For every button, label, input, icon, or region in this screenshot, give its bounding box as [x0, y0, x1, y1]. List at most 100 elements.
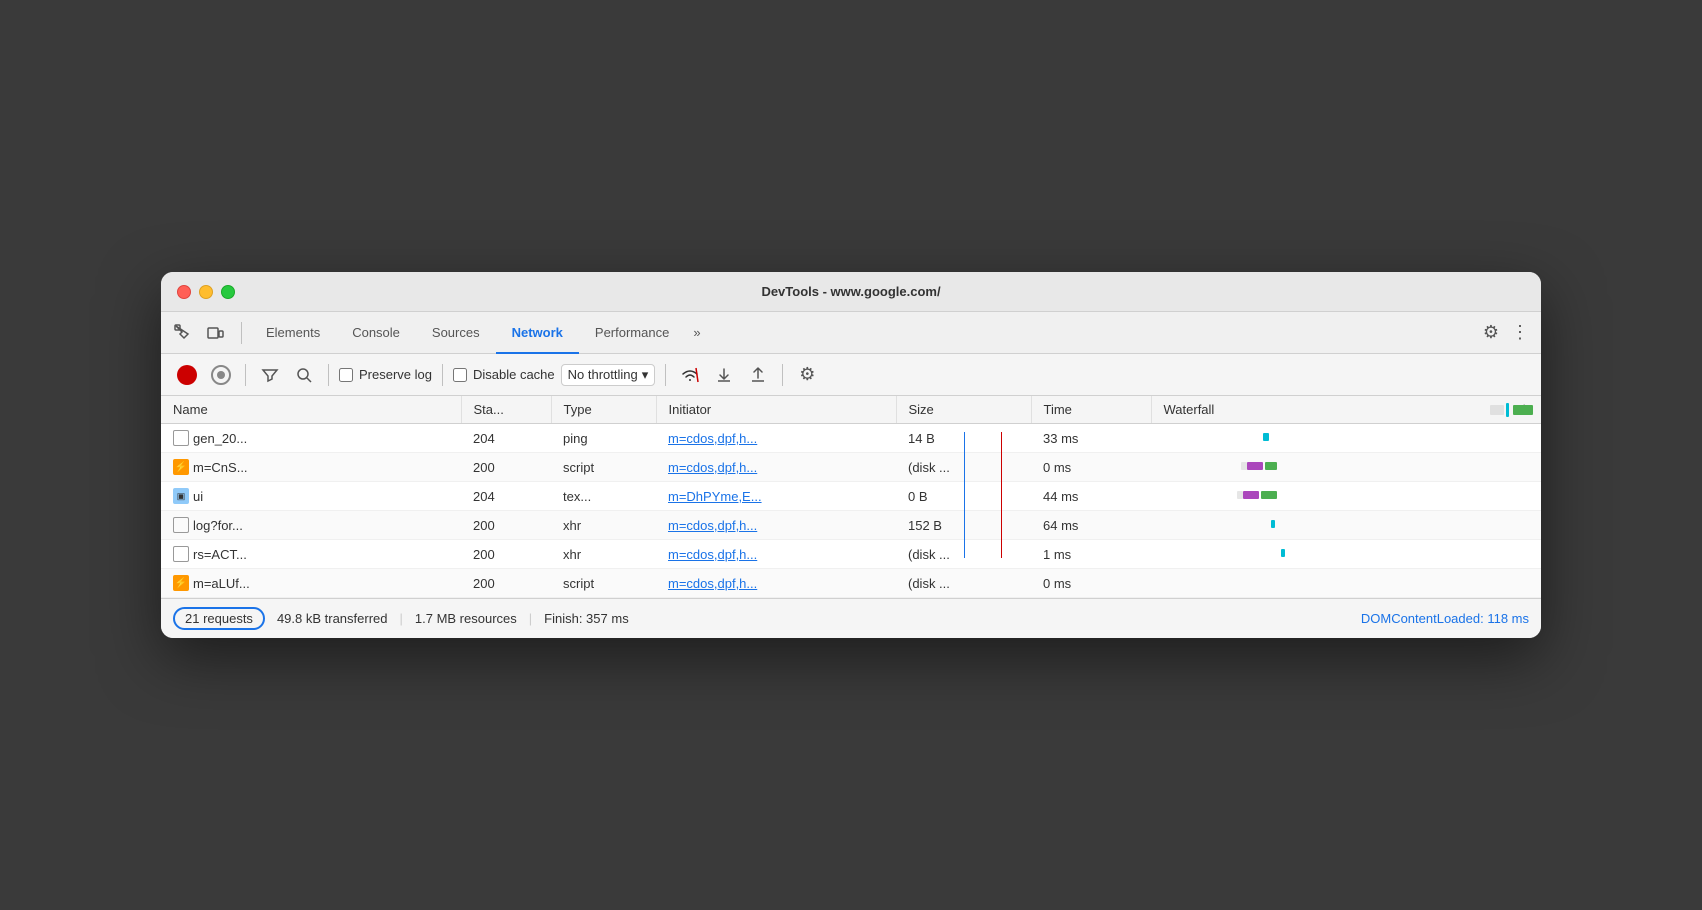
toolbar-divider-4 — [665, 364, 666, 386]
col-header-initiator[interactable]: Initiator — [656, 396, 896, 424]
throttle-select[interactable]: No throttling ▾ — [561, 364, 656, 386]
network-conditions-icon[interactable] — [676, 361, 704, 389]
cell-initiator: m=cdos,dpf,h... — [656, 453, 896, 482]
titlebar: DevTools - www.google.com/ — [161, 272, 1541, 312]
cell-status: 200 — [461, 540, 551, 569]
cell-time: 33 ms — [1031, 424, 1151, 453]
cell-size: 152 B — [896, 511, 1031, 540]
preserve-log-label[interactable]: Preserve log — [339, 367, 432, 382]
tabs-bar: Elements Console Sources Network Perform… — [161, 312, 1541, 354]
table-row[interactable]: rs=ACT... 200 xhr m=cdos,dpf,h... (disk … — [161, 540, 1541, 569]
tab-more-button[interactable]: » — [685, 325, 708, 340]
table-row[interactable]: ⚡ m=CnS... 200 script m=cdos,dpf,h... (d… — [161, 453, 1541, 482]
cell-time: 1 ms — [1031, 540, 1151, 569]
finish-stat: Finish: 357 ms — [544, 611, 629, 626]
tab-network[interactable]: Network — [496, 312, 579, 354]
cell-status: 200 — [461, 511, 551, 540]
toolbar-divider-5 — [782, 364, 783, 386]
resources-stat: 1.7 MB resources — [415, 611, 517, 626]
preserve-log-checkbox[interactable] — [339, 368, 353, 382]
toolbar-divider-1 — [245, 364, 246, 386]
cell-status: 204 — [461, 424, 551, 453]
filter-button[interactable] — [256, 361, 284, 389]
requests-count[interactable]: 21 requests — [173, 607, 265, 630]
window-title: DevTools - www.google.com/ — [761, 284, 940, 299]
cell-waterfall — [1151, 482, 1541, 511]
inspector-icon[interactable] — [169, 319, 197, 347]
cell-size: 0 B — [896, 482, 1031, 511]
cell-time: 0 ms — [1031, 569, 1151, 598]
cell-time: 0 ms — [1031, 453, 1151, 482]
col-header-size[interactable]: Size — [896, 396, 1031, 424]
cell-waterfall — [1151, 424, 1541, 453]
clear-icon — [211, 365, 231, 385]
filter-icon — [261, 366, 279, 384]
col-header-waterfall[interactable]: Waterfall ▲ — [1151, 396, 1541, 424]
disable-cache-checkbox[interactable] — [453, 368, 467, 382]
table-row[interactable]: gen_20... 204 ping m=cdos,dpf,h... 14 B … — [161, 424, 1541, 453]
cell-type: xhr — [551, 511, 656, 540]
cell-name: log?for... — [161, 511, 461, 540]
col-header-name[interactable]: Name — [161, 396, 461, 424]
dom-content-loaded: DOMContentLoaded: 118 ms — [1361, 611, 1529, 626]
cell-initiator: m=cdos,dpf,h... — [656, 511, 896, 540]
minimize-button[interactable] — [199, 285, 213, 299]
settings-icon[interactable]: ⚙ — [1475, 322, 1507, 343]
cell-initiator: m=cdos,dpf,h... — [656, 540, 896, 569]
cell-time: 64 ms — [1031, 511, 1151, 540]
cell-name: ⚡ m=aLUf... — [161, 569, 461, 598]
col-header-time[interactable]: Time — [1031, 396, 1151, 424]
table-row[interactable]: ⚡ m=aLUf... 200 script m=cdos,dpf,h... (… — [161, 569, 1541, 598]
status-bar: 21 requests 49.8 kB transferred | 1.7 MB… — [161, 598, 1541, 638]
tab-performance[interactable]: Performance — [579, 312, 685, 354]
cell-initiator: m=cdos,dpf,h... — [656, 424, 896, 453]
cell-waterfall — [1151, 569, 1541, 598]
tab-elements[interactable]: Elements — [250, 312, 336, 354]
cell-type: xhr — [551, 540, 656, 569]
table-header-row: Name Sta... Type Initiator Size Time Wat… — [161, 396, 1541, 424]
cell-name: rs=ACT... — [161, 540, 461, 569]
cell-name: ⚡ m=CnS... — [161, 453, 461, 482]
cell-initiator: m=cdos,dpf,h... — [656, 569, 896, 598]
disable-cache-label[interactable]: Disable cache — [453, 367, 555, 382]
cell-status: 200 — [461, 569, 551, 598]
network-toolbar: Preserve log Disable cache No throttling… — [161, 354, 1541, 396]
tab-sources[interactable]: Sources — [416, 312, 496, 354]
import-har-icon[interactable] — [710, 361, 738, 389]
tab-console[interactable]: Console — [336, 312, 416, 354]
cell-name: ▣ ui — [161, 482, 461, 511]
maximize-button[interactable] — [221, 285, 235, 299]
col-header-type[interactable]: Type — [551, 396, 656, 424]
cell-waterfall — [1151, 453, 1541, 482]
network-table: Name Sta... Type Initiator Size Time Wat… — [161, 396, 1541, 598]
cell-size: (disk ... — [896, 453, 1031, 482]
cell-type: script — [551, 453, 656, 482]
cell-waterfall — [1151, 540, 1541, 569]
traffic-lights — [177, 285, 235, 299]
export-har-icon[interactable] — [744, 361, 772, 389]
toolbar-divider-2 — [328, 364, 329, 386]
network-table-wrapper: Name Sta... Type Initiator Size Time Wat… — [161, 396, 1541, 598]
record-button[interactable] — [173, 361, 201, 389]
close-button[interactable] — [177, 285, 191, 299]
more-options-icon[interactable]: ⋮ — [1507, 322, 1533, 343]
cell-type: tex... — [551, 482, 656, 511]
table-row[interactable]: ▣ ui 204 tex... m=DhPYme,E... 0 B 44 ms — [161, 482, 1541, 511]
cell-name: gen_20... — [161, 424, 461, 453]
cell-time: 44 ms — [1031, 482, 1151, 511]
cell-initiator: m=DhPYme,E... — [656, 482, 896, 511]
search-button[interactable] — [290, 361, 318, 389]
network-settings-icon[interactable]: ⚙ — [793, 361, 821, 389]
device-toolbar-icon[interactable] — [201, 319, 229, 347]
cell-size: (disk ... — [896, 540, 1031, 569]
chevron-down-icon: ▾ — [642, 367, 649, 383]
toolbar-divider-3 — [442, 364, 443, 386]
tab-divider — [241, 322, 242, 344]
devtools-window: DevTools - www.google.com/ Elements Cons… — [161, 272, 1541, 638]
clear-button[interactable] — [207, 361, 235, 389]
search-icon — [295, 366, 313, 384]
record-icon — [177, 365, 197, 385]
table-row[interactable]: log?for... 200 xhr m=cdos,dpf,h... 152 B… — [161, 511, 1541, 540]
transferred-stat: 49.8 kB transferred — [277, 611, 388, 626]
col-header-status[interactable]: Sta... — [461, 396, 551, 424]
